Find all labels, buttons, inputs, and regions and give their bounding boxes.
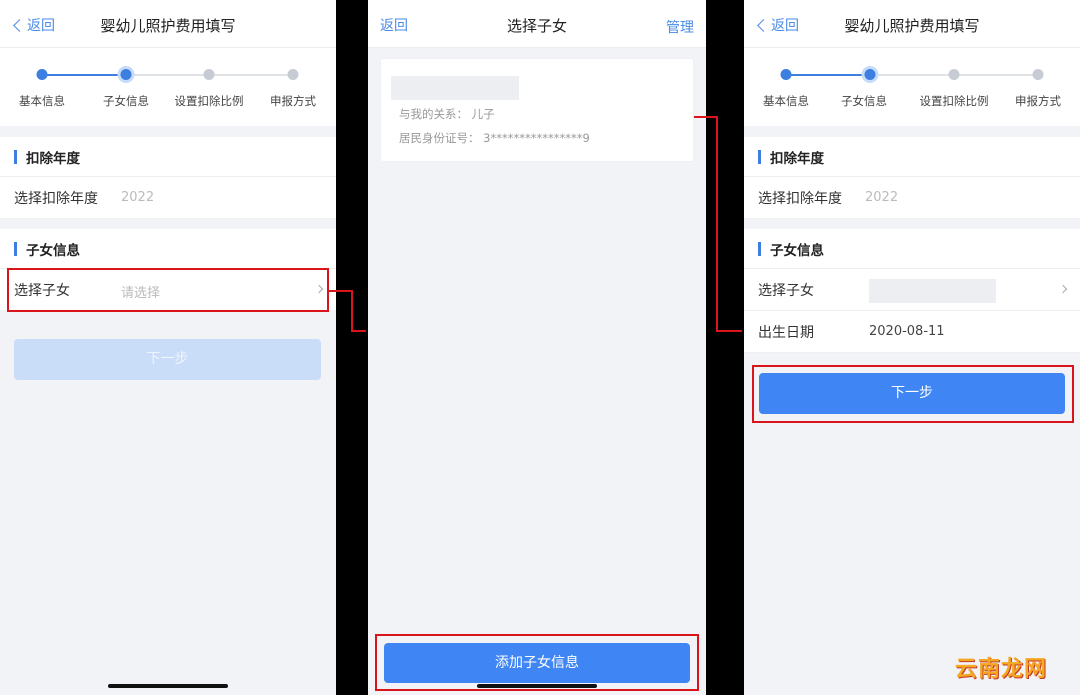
connector-1c (351, 330, 366, 332)
child-name-redacted (391, 76, 519, 100)
step-indicator: 基本信息 子女信息 设置扣除比例 申报方式 (0, 48, 336, 126)
year-row[interactable]: 选择扣除年度 2022 (744, 177, 1080, 219)
year-row[interactable]: 选择扣除年度 2022 (0, 177, 336, 219)
nav-bar: 返回 婴幼儿照护费用填写 (0, 0, 336, 48)
home-indicator (108, 684, 228, 688)
manage-button[interactable]: 管理 (666, 17, 694, 37)
section-header-child: 子女信息 (744, 229, 1080, 269)
screen-fill-form-empty: 返回 婴幼儿照护费用填写 基本信息 子女信息 设置扣除比例 申报方式 扣除年度 … (0, 0, 336, 695)
step-dot-4 (1032, 69, 1044, 80)
nav-bar: 返回 选择子女 管理 (368, 0, 706, 48)
year-value: 2022 (121, 190, 155, 205)
watermark-logo: 云南龙网 (954, 657, 1047, 682)
connector-1b (351, 290, 353, 332)
page-title: 选择子女 (506, 17, 567, 35)
step-dot-2 (864, 69, 876, 80)
step-label-4: 申报方式 (270, 94, 316, 108)
step-indicator: 基本信息 子女信息 设置扣除比例 申报方式 (744, 48, 1080, 126)
step-label-2: 子女信息 (103, 94, 149, 108)
child-name-redacted (869, 279, 996, 303)
section-header-year: 扣除年度 (744, 137, 1080, 177)
page-title: 婴幼儿照护费用填写 (844, 17, 980, 35)
step-label-3: 设置扣除比例 (919, 94, 989, 108)
birth-date-row: 出生日期 2020-08-11 (744, 311, 1080, 353)
step-dot-1 (780, 69, 792, 80)
id-number-text: 居民身份证号： 3****************9 (399, 131, 590, 145)
step-dot-3 (203, 69, 215, 80)
step-dot-3 (948, 69, 960, 80)
section-marker (14, 241, 17, 256)
step-label-2: 子女信息 (841, 94, 887, 108)
step-dot-1 (36, 69, 48, 80)
connector-2b (716, 116, 718, 332)
highlight-add-child (375, 634, 699, 691)
step-line-done (786, 74, 870, 76)
highlight-next (752, 365, 1074, 423)
birth-value: 2020-08-11 (869, 324, 945, 339)
step-label-4: 申报方式 (1015, 94, 1061, 108)
step-label-1: 基本信息 (19, 94, 65, 108)
connector-2c (716, 330, 742, 332)
select-child-row[interactable]: 选择子女 (744, 269, 1080, 311)
section-title: 子女信息 (770, 242, 824, 259)
year-label: 选择扣除年度 (14, 190, 98, 207)
section-title: 扣除年度 (770, 150, 824, 167)
section-title: 扣除年度 (26, 150, 80, 167)
step-dot-2 (120, 69, 132, 80)
year-section: 扣除年度 选择扣除年度 2022 (0, 137, 336, 219)
section-marker (758, 149, 761, 164)
screen-select-child: 返回 选择子女 管理 与我的关系： 儿子 居民身份证号： 3**********… (368, 0, 706, 695)
nav-bar: 返回 婴幼儿照护费用填写 (744, 0, 1080, 48)
page-title: 婴幼儿照护费用填写 (100, 17, 236, 35)
birth-label: 出生日期 (758, 324, 814, 341)
step-line-done (42, 74, 126, 76)
relation-text: 与我的关系： 儿子 (399, 107, 495, 121)
connector-2a (694, 116, 718, 118)
step-label-3: 设置扣除比例 (174, 94, 244, 108)
highlight-select-child (7, 268, 329, 312)
connector-1a (329, 290, 353, 292)
child-card[interactable]: 与我的关系： 儿子 居民身份证号： 3****************9 (380, 58, 694, 162)
year-value: 2022 (865, 190, 899, 205)
next-button-disabled[interactable]: 下一步 (14, 339, 321, 380)
screen-fill-form-selected: 返回 婴幼儿照护费用填写 基本信息 子女信息 设置扣除比例 申报方式 扣除年度 … (744, 0, 1080, 695)
step-dot-4 (287, 69, 299, 80)
chevron-right-icon (1058, 284, 1068, 294)
section-header-child: 子女信息 (0, 229, 336, 269)
section-marker (758, 241, 761, 256)
section-header-year: 扣除年度 (0, 137, 336, 177)
child-label: 选择子女 (758, 282, 814, 299)
step-label-1: 基本信息 (763, 94, 809, 108)
section-marker (14, 149, 17, 164)
year-section: 扣除年度 选择扣除年度 2022 (744, 137, 1080, 219)
section-title: 子女信息 (26, 242, 80, 259)
year-label: 选择扣除年度 (758, 190, 842, 207)
child-section: 子女信息 选择子女 出生日期 2020-08-11 (744, 229, 1080, 353)
